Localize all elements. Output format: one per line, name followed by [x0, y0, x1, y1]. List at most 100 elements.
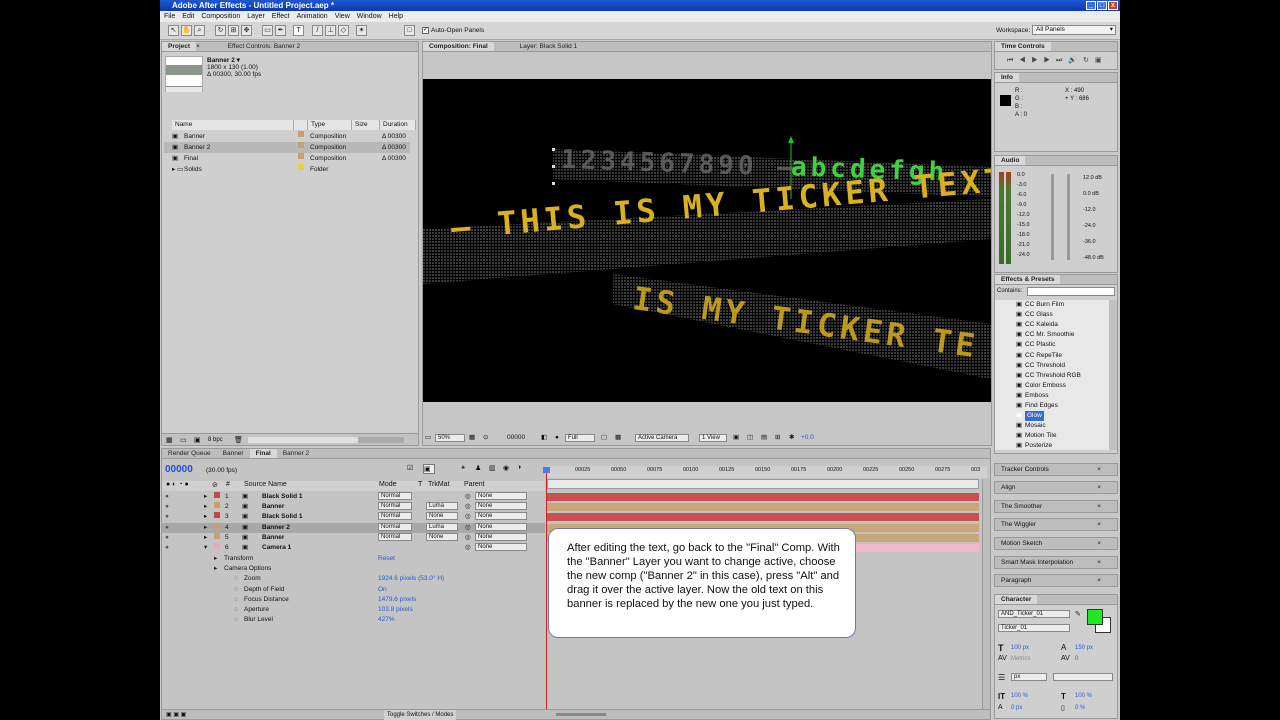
trkmat-select[interactable]: Luma: [426, 522, 458, 531]
timeline-scrollbar[interactable]: [982, 479, 990, 709]
effect-item[interactable]: ▣ CC Glass: [1016, 310, 1053, 320]
kerning-value[interactable]: Metrics: [1011, 656, 1030, 662]
effect-item[interactable]: ▣ CC Plastic: [1016, 340, 1055, 350]
layer-row[interactable]: ● ▸ 3 ▣ Black Solid 1 Normal None ◎ None: [162, 512, 545, 522]
label-color[interactable]: [298, 131, 304, 137]
audio-slider-right[interactable]: [1067, 174, 1070, 260]
layer-handle[interactable]: [552, 148, 555, 151]
font-style-select[interactable]: Ticker_01: [998, 624, 1070, 632]
resolution-select[interactable]: Full: [565, 434, 595, 442]
trkmat-select[interactable]: Luma: [426, 502, 458, 511]
parent-select[interactable]: None: [475, 492, 527, 500]
tab-timeline-final[interactable]: Final: [249, 449, 277, 458]
effect-item[interactable]: ▣ Motion Tile: [1016, 431, 1056, 441]
effect-item[interactable]: ▣ Color Emboss: [1016, 381, 1066, 391]
interpret-footage-icon[interactable]: ▦: [166, 436, 173, 444]
col-name[interactable]: Name: [172, 120, 294, 130]
font-size-value[interactable]: 100 px: [1011, 645, 1029, 651]
exposure-value[interactable]: +0.0: [801, 432, 814, 444]
col-duration[interactable]: Duration: [380, 120, 416, 130]
layer-row[interactable]: ● ▸ 2 ▣ Banner Normal Luma ◎ None: [162, 502, 545, 512]
mode-select[interactable]: Normal: [378, 502, 412, 511]
brush-tool-icon[interactable]: /: [312, 25, 323, 36]
collapsed-panel-motion-sketch[interactable]: Motion Sketch ×: [994, 537, 1118, 550]
new-folder-icon[interactable]: ▭: [180, 436, 187, 444]
rotate-tool-icon[interactable]: ↻: [215, 25, 226, 36]
tsume-value[interactable]: 0 %: [1075, 705, 1085, 711]
audio-slider-left[interactable]: [1051, 174, 1054, 260]
expand-triangle-icon[interactable]: ▸: [204, 533, 207, 543]
property-row[interactable]: ◌ Blur Level 427%: [162, 615, 545, 625]
collapsed-panel-smart-mask-interpolation[interactable]: Smart Mask Interpolation ×: [994, 556, 1118, 569]
trkmat-select[interactable]: None: [426, 512, 458, 521]
pickwhip-icon[interactable]: ◎: [465, 523, 471, 533]
effect-item[interactable]: ▣ Posterize: [1016, 441, 1052, 451]
channel-icon[interactable]: ●: [555, 432, 559, 444]
col-trkmat[interactable]: TrkMat: [428, 481, 450, 488]
expand-triangle-icon[interactable]: ▸: [204, 502, 207, 512]
property-row[interactable]: ◌ Zoom 1924.6 pixels (53.0° H): [162, 574, 545, 584]
pickwhip-icon[interactable]: ◎: [465, 543, 471, 553]
close-icon[interactable]: ×: [1097, 519, 1101, 530]
always-preview-icon[interactable]: ▭: [425, 432, 431, 444]
property-row[interactable]: ▸ Camera Options: [162, 564, 545, 574]
layer-label-color[interactable]: [214, 532, 220, 539]
playback-controls-icon[interactable]: ⏮◀▶▶⏭🔊↻▣: [1007, 56, 1108, 65]
effect-item[interactable]: ▣ Find Edges: [1016, 401, 1058, 411]
tab-timeline-banner[interactable]: Banner: [217, 449, 250, 458]
menu-item-window[interactable]: Window: [357, 13, 382, 20]
project-item[interactable]: ▣ Banner Composition Δ 00300: [164, 131, 410, 142]
property-value[interactable]: 1479.6 pixels: [378, 595, 416, 605]
collapsed-panel-paragraph[interactable]: Paragraph ×: [994, 574, 1118, 587]
motion-blur-icon[interactable]: ◉: [503, 464, 509, 472]
close-icon[interactable]: ×: [196, 43, 200, 50]
hand-tool-icon[interactable]: ✋: [181, 25, 192, 36]
expand-switches-icon[interactable]: ▣ ▣ ▣: [166, 710, 186, 720]
layer-duration-bar[interactable]: [547, 503, 979, 512]
tab-time-controls[interactable]: Time Controls: [995, 42, 1051, 51]
effect-item[interactable]: ▣ CC Burn Film: [1016, 300, 1064, 310]
zoom-slider[interactable]: [556, 713, 606, 716]
mask-tool-icon[interactable]: ▭: [262, 25, 273, 36]
stopwatch-icon[interactable]: ◌: [234, 574, 238, 584]
close-icon[interactable]: ×: [1097, 557, 1101, 568]
tab-project[interactable]: Project: [162, 42, 197, 51]
mode-select[interactable]: Normal: [378, 522, 412, 531]
tab-layer[interactable]: Layer: Black Solid 1: [514, 42, 583, 51]
maximize-icon[interactable]: □: [1097, 1, 1107, 10]
tab-timeline-render-queue[interactable]: Render Queue: [162, 449, 217, 458]
flowchart-icon[interactable]: ⊞: [775, 432, 780, 444]
comp-mini-flowchart-icon[interactable]: ▣: [423, 464, 435, 474]
effect-item[interactable]: ▣ CC Kaleida: [1016, 320, 1058, 330]
col-mode[interactable]: Mode: [379, 481, 397, 488]
font-family-select[interactable]: AND_Ticker_01: [998, 610, 1070, 618]
effect-item[interactable]: ▣ CC Threshold: [1016, 361, 1065, 371]
leading-value[interactable]: 150 px: [1075, 645, 1093, 651]
layer-label-color[interactable]: [214, 492, 220, 498]
selection-tool-icon[interactable]: ↖: [168, 25, 179, 36]
menu-item-view[interactable]: View: [335, 13, 350, 20]
property-row[interactable]: ◌ Aperture 103.8 pixels: [162, 605, 545, 615]
preview-name[interactable]: Banner 2 ▾: [207, 56, 240, 64]
hide-shy-icon[interactable]: ♟: [475, 464, 481, 472]
comp-viewer[interactable]: 1234567890 — abcdefgh — THIS IS MY TICKE…: [423, 79, 991, 402]
effect-item[interactable]: ▣ Emboss: [1016, 391, 1048, 401]
expand-triangle-icon[interactable]: ▸: [214, 554, 217, 564]
eraser-tool-icon[interactable]: ◇: [338, 25, 349, 36]
minimize-icon[interactable]: _: [1086, 1, 1096, 10]
parent-select[interactable]: None: [475, 512, 527, 521]
effects-scrollbar[interactable]: [1109, 300, 1117, 450]
snapshot-icon[interactable]: ⊙: [483, 432, 488, 444]
fast-preview-icon[interactable]: ◫: [747, 432, 753, 444]
workspace-toggle-icon[interactable]: □: [404, 25, 415, 36]
parent-select[interactable]: None: [475, 502, 527, 511]
mode-select[interactable]: Normal: [378, 512, 412, 521]
camera-select[interactable]: Active Camera: [635, 434, 689, 442]
effect-item[interactable]: ▣ CC Mr. Smoothie: [1016, 330, 1075, 340]
pickwhip-icon[interactable]: ◎: [465, 512, 471, 522]
timeline-timecode[interactable]: 00000: [165, 464, 193, 475]
tab-effects-presets[interactable]: Effects & Presets: [995, 275, 1061, 284]
layer-handle[interactable]: [552, 182, 555, 185]
puppet-tool-icon[interactable]: ✶: [356, 25, 367, 36]
tab-info[interactable]: Info: [995, 73, 1019, 82]
